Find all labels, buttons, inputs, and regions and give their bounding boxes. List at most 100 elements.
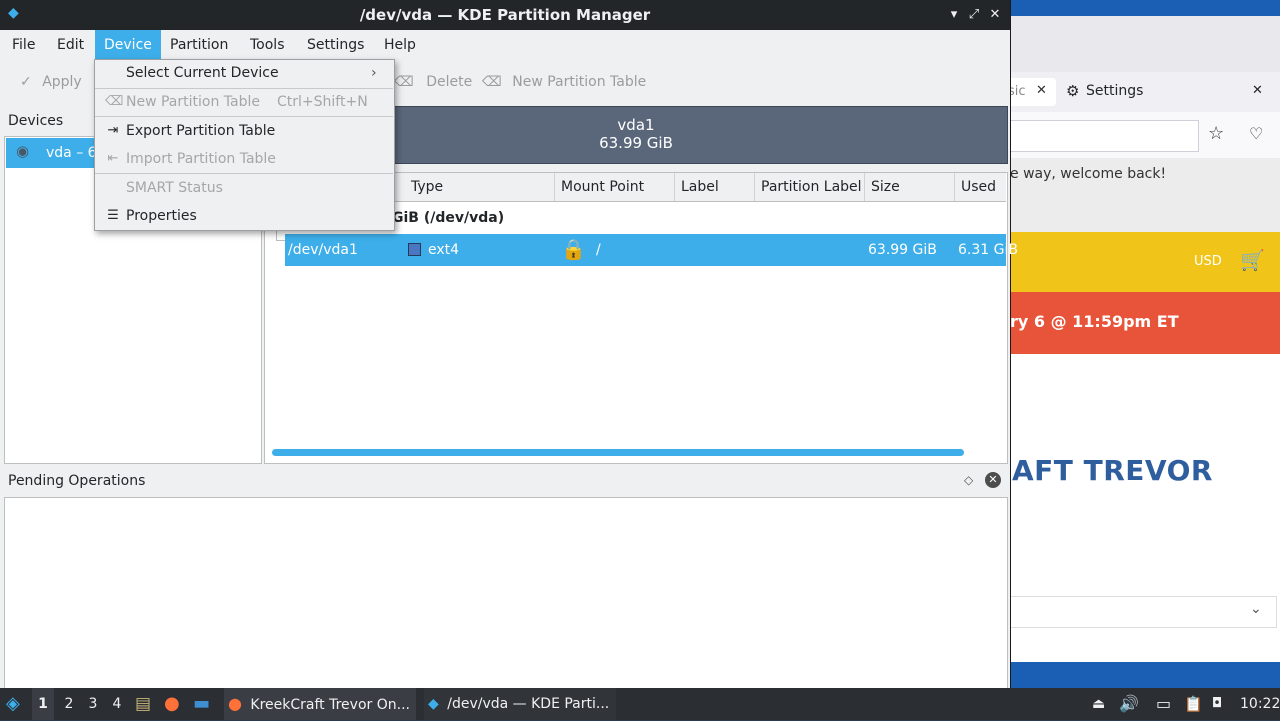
pending-operations-header: Pending Operations ◇ ✕	[0, 468, 1010, 496]
firefox-icon[interactable]: ●	[164, 688, 180, 720]
file-manager-icon[interactable]: ▤	[135, 688, 151, 720]
new-partition-table-icon: ⌫	[482, 74, 502, 90]
window-title: /dev/vda — KDE Partition Manager	[359, 6, 651, 24]
volume-icon[interactable]: 🔊	[1119, 688, 1139, 720]
column-type[interactable]: Type	[405, 173, 555, 201]
new-partition-table-label: New Partition Table	[512, 74, 647, 90]
close-icon[interactable]: ✕	[1252, 83, 1263, 98]
menu-device[interactable]: Device	[95, 30, 161, 60]
cart-icon[interactable]: 🛒	[1240, 248, 1265, 272]
partition-manager-icon: ◆	[428, 696, 439, 712]
menu-item-shortcut: Ctrl+Shift+N	[277, 94, 368, 110]
welcome-bar: e way, welcome back!	[1008, 158, 1280, 232]
clock[interactable]: 10:22	[1240, 688, 1280, 720]
menu-item-select-current-device[interactable]: Select Current Device ›	[95, 59, 393, 87]
welcome-text: e way, welcome back!	[1010, 166, 1167, 182]
task-partition-manager-label: /dev/vda — KDE Parti...	[447, 696, 610, 712]
menu-item-label: Properties	[126, 208, 197, 224]
delete-label: Delete	[426, 74, 473, 90]
minimize-icon[interactable]: ▾	[945, 6, 963, 24]
menu-item-label: Import Partition Table	[126, 151, 276, 167]
browser-tab-bar	[1008, 16, 1280, 72]
column-mount-point[interactable]: Mount Point	[555, 173, 675, 201]
pending-operations-title: Pending Operations	[8, 473, 146, 489]
task-browser[interactable]: ● KreekCraft Trevor On...	[224, 688, 416, 720]
menu-edit[interactable]: Edit	[48, 30, 93, 60]
column-partition-label[interactable]: Partition Label	[755, 173, 865, 201]
menu-item-label: New Partition Table	[126, 94, 260, 110]
devices-title: Devices	[8, 113, 64, 129]
gear-icon: ⚙	[1066, 82, 1080, 100]
browser-active-tab[interactable]: sic ✕	[1008, 78, 1056, 106]
menu-tools[interactable]: Tools	[241, 30, 294, 60]
table-row[interactable]: /dev/vda1 ext4 🔒 / 63.99 GiB 6.31 GiB	[285, 234, 1018, 266]
column-label[interactable]: Label	[675, 173, 755, 201]
menu-partition[interactable]: Partition	[161, 30, 237, 60]
workspace-4[interactable]: 4	[106, 688, 128, 720]
settings-tab-label[interactable]: Settings	[1086, 83, 1143, 99]
lock-icon: 🔒	[561, 237, 586, 261]
browser-bottom-strip	[1008, 662, 1280, 688]
title-bar: ◆ /dev/vda — KDE Partition Manager ▾ ⤢ ✕	[0, 0, 1010, 30]
menu-item-label: Export Partition Table	[126, 123, 276, 139]
device-label: vda – 6	[46, 145, 97, 161]
device-row[interactable]: GiB (/dev/vda)	[392, 210, 504, 226]
menu-item-properties[interactable]: ☰ Properties	[95, 202, 393, 230]
browser-top-strip	[1008, 0, 1280, 16]
workspace-3[interactable]: 3	[82, 688, 104, 720]
check-icon: ✓	[20, 74, 32, 90]
start-menu-icon[interactable]: ◈	[6, 688, 20, 720]
workspace-2[interactable]: 2	[58, 688, 80, 720]
close-window-icon[interactable]: ✕	[986, 6, 1004, 24]
chevron-down-icon: ⌄	[1250, 601, 1262, 617]
partition-size: 63.99 GiB	[868, 242, 937, 258]
product-title: AFT TREVOR	[1012, 454, 1213, 487]
task-partition-manager[interactable]: ◆ /dev/vda — KDE Parti...	[424, 688, 616, 720]
clipboard-icon[interactable]: 📋	[1184, 688, 1203, 720]
variant-select[interactable]: ⌄	[1008, 596, 1277, 628]
close-tab-icon[interactable]: ✕	[1036, 83, 1047, 98]
eject-icon[interactable]: ⏏	[1092, 688, 1105, 720]
url-bar[interactable]: ☆	[1008, 120, 1224, 152]
menu-help[interactable]: Help	[375, 30, 425, 60]
maximize-icon[interactable]: ⤢	[965, 6, 983, 24]
browser-window: sic ✕ ⚙ Settings ✕ ☆ ♡ e way, welcome ba…	[1008, 0, 1280, 688]
export-icon: ⇥	[107, 123, 119, 138]
horizontal-scrollbar[interactable]	[272, 449, 964, 456]
menu-settings[interactable]: Settings	[298, 30, 373, 60]
menu-item-label: SMART Status	[126, 180, 223, 196]
network-icon[interactable]: ▭	[1156, 688, 1171, 720]
promo-text: ry 6 @ 11:59pm ET	[1010, 312, 1179, 331]
apply-button[interactable]: ✓ Apply	[20, 72, 82, 92]
menu-item-export-partition-table[interactable]: ⇥ Export Partition Table	[95, 117, 393, 145]
pending-operations-list	[4, 497, 1008, 689]
desktop-icon[interactable]: ▬	[193, 688, 210, 720]
properties-icon: ☰	[107, 208, 119, 223]
disk-icon: ◉	[16, 142, 30, 160]
update-icon[interactable]: ◘	[1212, 688, 1222, 720]
chevron-right-icon: ›	[371, 65, 377, 81]
delete-button[interactable]: ⌫ Delete	[394, 72, 472, 92]
apply-label: Apply	[42, 74, 82, 90]
menu-item-new-partition-table[interactable]: ⌫ New Partition Table Ctrl+Shift+N	[95, 88, 393, 116]
mount-point: /	[596, 242, 601, 258]
bookmark-star-icon[interactable]: ☆	[1208, 123, 1224, 144]
column-used[interactable]: Used	[955, 173, 1006, 201]
pocket-icon[interactable]: ♡	[1249, 124, 1263, 143]
task-browser-label: KreekCraft Trevor On...	[250, 697, 410, 713]
float-icon[interactable]: ◇	[964, 473, 973, 487]
new-partition-table-icon: ⌫	[105, 94, 124, 109]
workspace-1[interactable]: 1	[32, 688, 54, 720]
menu-item-smart-status[interactable]: SMART Status	[95, 174, 393, 202]
menu-file[interactable]: File	[3, 30, 44, 60]
site-header: USD 🛒	[1008, 232, 1280, 292]
taskbar	[0, 688, 1280, 720]
delete-icon: ⌫	[394, 74, 414, 90]
partition-type: ext4	[428, 242, 460, 258]
menu-item-label: Select Current Device	[126, 65, 279, 81]
menu-item-import-partition-table[interactable]: ⇤ Import Partition Table	[95, 145, 393, 173]
column-size[interactable]: Size	[865, 173, 955, 201]
close-dock-icon[interactable]: ✕	[985, 472, 1001, 488]
new-partition-table-button[interactable]: ⌫ New Partition Table	[482, 72, 646, 92]
currency-label[interactable]: USD	[1194, 254, 1222, 269]
